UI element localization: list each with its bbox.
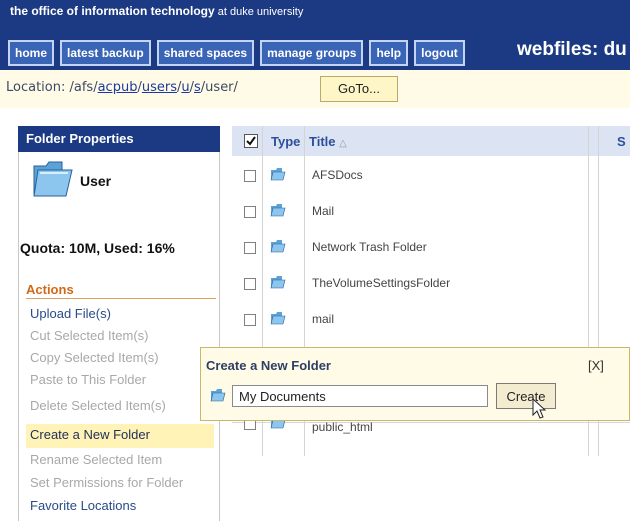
action-copy-selected: Copy Selected Item(s) (30, 350, 159, 365)
column-title-header[interactable]: Title △ (309, 134, 347, 149)
tagline-university: at duke university (214, 6, 304, 18)
row-checkbox[interactable] (244, 206, 256, 218)
file-title[interactable]: AFSDocs (312, 168, 363, 182)
actions-divider (26, 298, 216, 299)
column-size-header[interactable]: S (617, 134, 626, 149)
file-title[interactable]: TheVolumeSettingsFolder (312, 276, 450, 290)
folder-icon (32, 158, 74, 203)
mouse-cursor-icon (532, 397, 547, 425)
nav-logout-button[interactable]: logout (414, 40, 465, 66)
app-title: webfiles: du (517, 39, 627, 60)
path-link-acpub[interactable]: acpub (98, 80, 138, 95)
file-title[interactable]: Mail (312, 204, 334, 218)
column-type-header[interactable]: Type (271, 134, 300, 149)
folder-icon (270, 239, 286, 258)
table-row[interactable] (232, 156, 630, 193)
folder-icon (270, 167, 286, 186)
select-all-checkbox[interactable] (244, 134, 258, 153)
folder-properties-header: Folder Properties (18, 126, 220, 152)
location-path: Location: /afs/acpub/users/u/s/user/ (6, 80, 238, 95)
column-title-label: Title (309, 134, 336, 149)
top-nav: home latest backup shared spaces manage … (8, 40, 465, 66)
action-rename-selected: Rename Selected Item (30, 452, 163, 467)
folder-icon (270, 203, 286, 222)
new-folder-name-input[interactable] (232, 385, 488, 407)
nav-help-button[interactable]: help (369, 40, 409, 66)
path-suffix: /user/ (200, 80, 238, 95)
nav-shared-spaces-button[interactable]: shared spaces (156, 40, 255, 66)
nav-home-button[interactable]: home (8, 40, 55, 66)
row-checkbox[interactable] (244, 314, 256, 326)
table-row[interactable] (232, 300, 630, 337)
row-checkbox[interactable] (244, 242, 256, 254)
actions-header: Actions (26, 282, 74, 297)
goto-button[interactable]: GoTo... (320, 76, 398, 102)
create-button[interactable]: Create (496, 383, 556, 409)
action-create-new-folder[interactable]: Create a New Folder (30, 427, 150, 442)
quota-info: Quota: 10M, Used: 16% (20, 240, 175, 256)
table-row[interactable] (232, 192, 630, 229)
row-checkbox[interactable] (244, 278, 256, 290)
folder-name: User (80, 173, 112, 189)
file-title[interactable]: mail (312, 312, 334, 326)
file-title[interactable]: public_html (312, 420, 373, 434)
action-cut-selected: Cut Selected Item(s) (30, 328, 149, 343)
dialog-close-button[interactable]: [X] (588, 358, 604, 373)
folder-icon (270, 311, 286, 330)
path-link-s[interactable]: s (194, 80, 201, 95)
folder-icon (210, 388, 226, 407)
path-link-users[interactable]: users (142, 80, 177, 95)
action-upload-files[interactable]: Upload File(s) (30, 306, 111, 321)
row-checkbox[interactable] (244, 170, 256, 182)
location-label: Location: (6, 80, 66, 95)
action-paste-to-folder: Paste to This Folder (30, 372, 147, 387)
action-delete-selected: Delete Selected Item(s) (30, 398, 166, 413)
table-row[interactable] (232, 228, 630, 265)
folder-icon (270, 275, 286, 294)
file-title[interactable]: Network Trash Folder (312, 240, 427, 254)
action-set-permissions: Set Permissions for Folder (30, 475, 184, 490)
dialog-title: Create a New Folder (206, 358, 331, 373)
sort-ascending-icon: △ (339, 138, 347, 149)
action-favorite-locations[interactable]: Favorite Locations (30, 498, 136, 513)
nav-manage-groups-button[interactable]: manage groups (260, 40, 364, 66)
path-link-u[interactable]: u (181, 80, 189, 95)
site-tagline: the office of information technology at … (10, 4, 303, 18)
nav-latest-backup-button[interactable]: latest backup (60, 40, 151, 66)
tagline-org: the office of information technology (10, 4, 215, 18)
path-prefix: /afs/ (65, 80, 98, 95)
